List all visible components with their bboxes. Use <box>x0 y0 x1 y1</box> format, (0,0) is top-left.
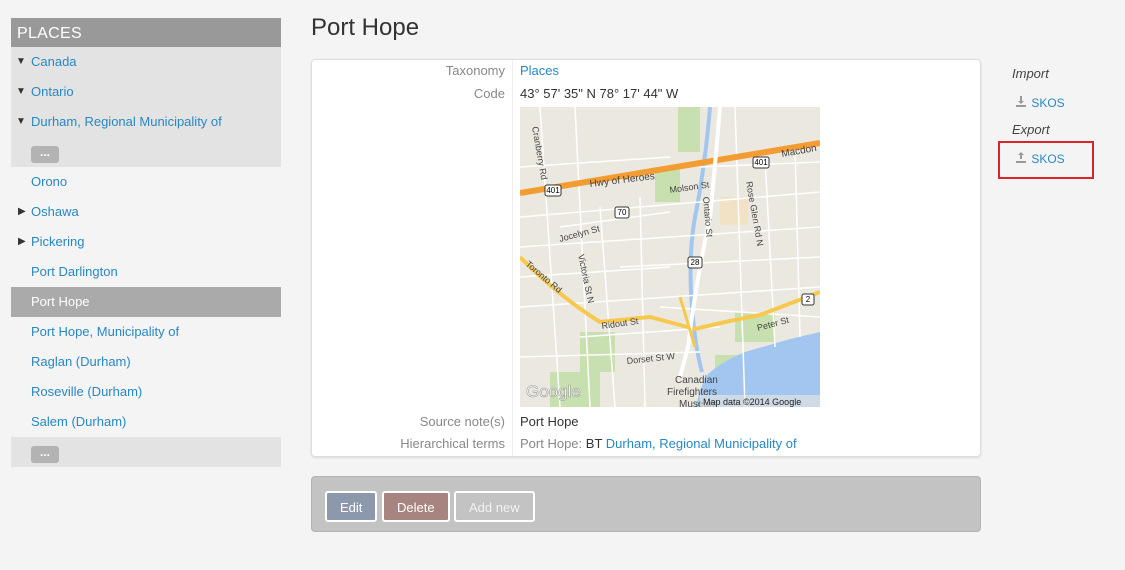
svg-text:2: 2 <box>806 295 811 304</box>
tree-item-orono[interactable]: Orono <box>11 167 281 197</box>
broader-term-link[interactable]: Durham, Regional Municipality of <box>606 436 797 451</box>
field-label: Code <box>473 86 505 101</box>
tree-item-label[interactable]: Ontario <box>31 84 74 99</box>
svg-text:70: 70 <box>618 208 627 217</box>
export-skos-label[interactable]: SKOS <box>1031 152 1064 166</box>
map-attribution: Map data ©2014 Google <box>703 397 801 407</box>
tree-item-port-hope-active[interactable]: Port Hope <box>11 287 281 317</box>
show-more-button[interactable]: ... <box>31 446 59 463</box>
taxonomy-link[interactable]: Places <box>520 63 559 78</box>
tree-item-label[interactable]: Salem (Durham) <box>31 414 126 429</box>
tree-item-pickering[interactable]: ▶ Pickering <box>11 227 281 257</box>
add-new-button[interactable]: Add new <box>454 491 535 522</box>
export-heading: Export <box>1012 122 1050 137</box>
tree-item-label[interactable]: Oshawa <box>31 204 79 219</box>
tree-more-top: ... <box>11 137 281 167</box>
term-detail-panel: Taxonomy Places Code 43° 57' 35" N 78° 1… <box>311 59 981 457</box>
field-value: Port Hope <box>520 414 579 429</box>
tree-item-label[interactable]: Orono <box>31 174 67 189</box>
tree-item-port-hope-municipality[interactable]: Port Hope, Municipality of <box>11 317 281 347</box>
hier-relation: BT <box>585 436 603 451</box>
tree-more-bottom: ... <box>11 437 281 467</box>
field-label: Hierarchical terms <box>400 436 505 451</box>
tree-item-label[interactable]: Roseville (Durham) <box>31 384 142 399</box>
tree-item-port-darlington[interactable]: Port Darlington <box>11 257 281 287</box>
import-skos-link[interactable]: SKOS <box>1015 95 1065 110</box>
tree-item-salem[interactable]: Salem (Durham) <box>11 407 281 437</box>
tree-item-label[interactable]: Canada <box>31 54 77 69</box>
collapsed-arrow-icon[interactable]: ▶ <box>18 197 26 227</box>
svg-text:401: 401 <box>754 158 768 167</box>
svg-text:401: 401 <box>546 186 560 195</box>
svg-text:Canadian: Canadian <box>675 375 718 386</box>
field-value: 43° 57' 35" N 78° 17' 44" W <box>520 86 679 101</box>
action-bar: Edit Delete Add new <box>311 476 981 532</box>
tree-item-label: Port Hope <box>31 294 90 309</box>
tree-item-roseville[interactable]: Roseville (Durham) <box>11 377 281 407</box>
import-heading: Import <box>1012 66 1049 81</box>
collapsed-arrow-icon[interactable]: ▶ <box>18 227 26 257</box>
hier-prefix: Port Hope: <box>520 436 583 451</box>
field-label: Source note(s) <box>419 414 505 429</box>
label-column <box>312 60 513 456</box>
delete-button[interactable]: Delete <box>382 491 450 522</box>
svg-text:28: 28 <box>691 258 700 267</box>
upload-icon <box>1015 151 1028 166</box>
map-brand-logo: Google <box>526 382 581 401</box>
download-icon <box>1015 95 1028 110</box>
tree-item-label[interactable]: Port Hope, Municipality of <box>31 324 179 339</box>
tree-item-label[interactable]: Pickering <box>31 234 84 249</box>
tree-item-label[interactable]: Port Darlington <box>31 264 118 279</box>
tree-item-label[interactable]: Durham, Regional Municipality of <box>31 114 222 129</box>
field-label: Taxonomy <box>445 63 505 78</box>
tree-item-canada[interactable]: ▼ Canada <box>11 47 281 77</box>
page-title: Port Hope <box>311 14 420 41</box>
places-sidebar: PLACES ▼ Canada ▼ Ontario ▼ Durham, Regi… <box>11 18 281 467</box>
tree-item-durham[interactable]: ▼ Durham, Regional Municipality of <box>11 107 281 137</box>
places-tree: ▼ Canada ▼ Ontario ▼ Durham, Regional Mu… <box>11 47 281 467</box>
tree-item-raglan[interactable]: Raglan (Durham) <box>11 347 281 377</box>
tree-item-oshawa[interactable]: ▶ Oshawa <box>11 197 281 227</box>
map-image[interactable]: 401 401 70 28 2 Cranberry Rd Hwy of Hero… <box>520 107 820 407</box>
expanded-arrow-icon[interactable]: ▼ <box>16 107 26 137</box>
tree-item-label[interactable]: Raglan (Durham) <box>31 354 131 369</box>
edit-button[interactable]: Edit <box>325 491 378 522</box>
import-skos-label[interactable]: SKOS <box>1031 96 1064 110</box>
show-more-button[interactable]: ... <box>31 146 59 163</box>
sidebar-header: PLACES <box>11 18 281 47</box>
location-map[interactable]: 401 401 70 28 2 Cranberry Rd Hwy of Hero… <box>520 107 820 407</box>
expanded-arrow-icon[interactable]: ▼ <box>16 77 26 107</box>
tree-item-ontario[interactable]: ▼ Ontario <box>11 77 281 107</box>
export-skos-link[interactable]: SKOS <box>1015 151 1065 166</box>
expanded-arrow-icon[interactable]: ▼ <box>16 47 26 77</box>
